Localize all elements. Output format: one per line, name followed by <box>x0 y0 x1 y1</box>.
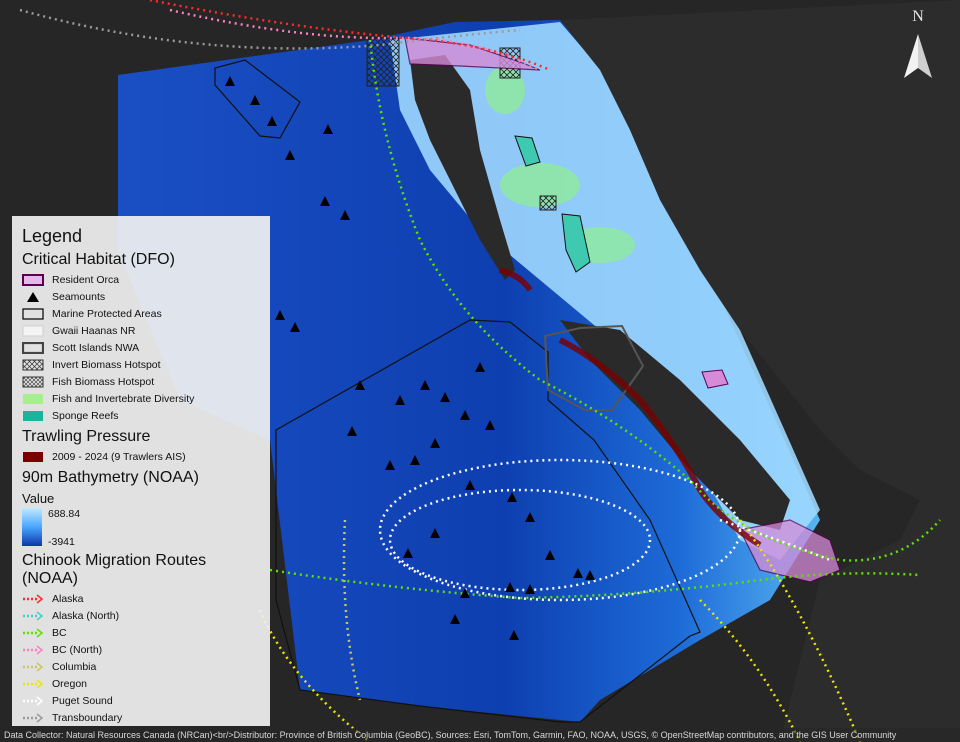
legend-label: Oregon <box>52 677 88 690</box>
bathymetry-max: 688.84 <box>48 508 81 520</box>
north-arrow-label: N <box>912 8 924 25</box>
triangle-icon <box>27 291 39 302</box>
route-line-icon <box>23 627 44 638</box>
gray-outline-box-icon <box>22 341 44 354</box>
legend-chinook-heading: Chinook Migration Routes (NOAA) <box>22 552 207 587</box>
legend-label: BC <box>52 626 67 639</box>
legend-critical-habitat-heading: Critical Habitat (DFO) <box>22 251 175 268</box>
route-line-icon <box>23 593 44 604</box>
bathymetry-ramp: 688.84 -3941 <box>22 508 260 548</box>
legend-item-fish-hotspot: Fish Biomass Hotspot <box>22 373 260 390</box>
route-line-icon <box>23 712 44 723</box>
legend-item-trawling: 2009 - 2024 (9 Trawlers AIS) <box>22 448 260 465</box>
north-arrow: N <box>898 8 938 88</box>
route-line-icon <box>23 661 44 672</box>
legend-item-seamounts: Seamounts <box>22 288 260 305</box>
outline-box-icon <box>22 307 44 320</box>
biomass-hotspot <box>539 195 557 211</box>
route-line-icon <box>23 610 44 621</box>
legend-label: Resident Orca <box>52 273 120 286</box>
legend-label: Alaska (North) <box>52 609 120 622</box>
legend-panel: Legend Critical Habitat (DFO) Resident O… <box>12 216 270 726</box>
crosshatch-dense-icon <box>22 376 44 387</box>
legend-item-route: Transboundary <box>22 709 260 726</box>
legend-item-route: Columbia <box>22 658 260 675</box>
trawl-swatch-icon <box>23 451 43 462</box>
legend-item-route: BC (North) <box>22 641 260 658</box>
legend-item-route: Alaska (North) <box>22 607 260 624</box>
legend-item-sponge-reefs: Sponge Reefs <box>22 407 260 424</box>
legend-item-route: BC <box>22 624 260 641</box>
legend-item-route: Puget Sound <box>22 692 260 709</box>
legend-item-invert-hotspot: Invert Biomass Hotspot <box>22 356 260 373</box>
legend-label: Transboundary <box>52 711 123 724</box>
crosshatch-icon <box>22 359 44 370</box>
route-list: Alaska Alaska (North) BC BC (North) Columbia… <box>22 590 260 726</box>
legend-item-mpa: Marine Protected Areas <box>22 305 260 322</box>
legend-label: BC (North) <box>52 643 103 656</box>
attribution-text: Data Collector: Natural Resources Canada… <box>0 728 960 742</box>
legend-label: Alaska <box>52 592 84 605</box>
route-line-icon <box>23 678 44 689</box>
legend-label: Scott Islands NWA <box>52 341 140 354</box>
light-box-icon <box>22 325 44 336</box>
legend-bathymetry-heading: 90m Bathymetry (NOAA) <box>22 469 199 486</box>
legend-title: Legend <box>22 226 83 246</box>
legend-label: Fish and Invertebrate Diversity <box>52 392 195 405</box>
route-line-icon <box>23 644 44 655</box>
legend-label: Columbia <box>52 660 97 673</box>
legend-label: Puget Sound <box>52 694 113 707</box>
legend-label: Invert Biomass Hotspot <box>52 358 161 371</box>
north-arrow-icon <box>904 34 932 78</box>
legend-item-diversity: Fish and Invertebrate Diversity <box>22 390 260 407</box>
orca-habitat-swatch-icon <box>22 273 44 286</box>
legend-label: Seamounts <box>52 290 106 303</box>
legend-item-resident-orca: Resident Orca <box>22 271 260 288</box>
teal-box-icon <box>23 410 43 421</box>
bathymetry-color-ramp <box>22 508 42 546</box>
legend-item-scott-islands: Scott Islands NWA <box>22 339 260 356</box>
route-line-icon <box>23 695 44 706</box>
legend-value-heading: Value <box>22 491 55 506</box>
legend-item-gwaii-haanas: Gwaii Haanas NR <box>22 322 260 339</box>
legend-trawling-heading: Trawling Pressure <box>22 428 151 445</box>
legend-label: Sponge Reefs <box>52 409 119 422</box>
bathymetry-min: -3941 <box>48 536 75 548</box>
legend-label: Gwaii Haanas NR <box>52 324 136 337</box>
legend-item-route: Alaska <box>22 590 260 607</box>
legend-item-route: Oregon <box>22 675 260 692</box>
green-box-icon <box>23 393 43 404</box>
legend-label: Fish Biomass Hotspot <box>52 375 155 388</box>
legend-label: Marine Protected Areas <box>52 307 162 320</box>
legend-label: 2009 - 2024 (9 Trawlers AIS) <box>52 450 186 463</box>
